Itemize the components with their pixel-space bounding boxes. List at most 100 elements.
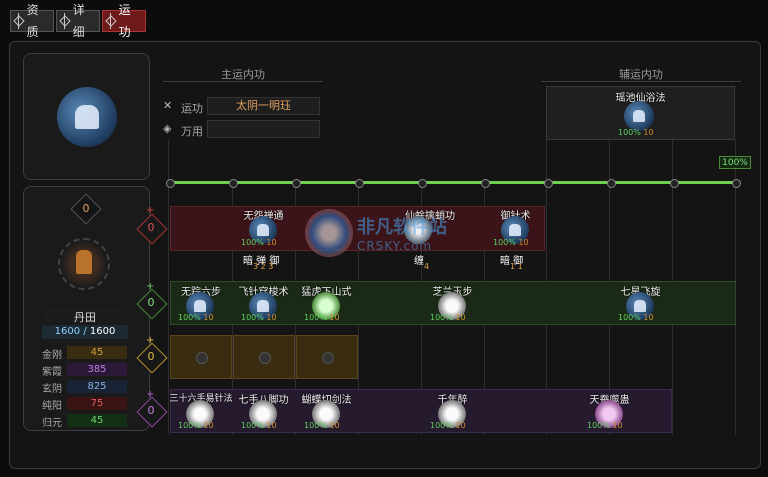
aux-skill-stat: 100% 10 [618,128,654,137]
watermark-logo [305,209,353,257]
stat-val: 10 [266,313,277,322]
attr-value: 45 [67,414,127,427]
skill-stat: 100% 10 [430,421,466,430]
attr-row-xuanyin: 玄阴 825 [42,380,130,395]
diamond-icon: ◈ [163,122,172,135]
attr-row-guiyuan: 归元 45 [42,414,130,429]
dantian-max: 1600 [89,326,116,337]
skill-stat: 100% 10 [178,421,214,430]
stat-pct: 100% [241,313,264,322]
skill-stat: 100% 10 [587,421,623,430]
stat-val: 10 [518,238,529,247]
progress-node [418,179,427,188]
main-skill-icon[interactable] [57,87,117,147]
attr-value: 385 [67,363,127,376]
stat-pct: 100% [493,238,516,247]
tab-zizhi-icon [13,13,24,29]
tab-yungong[interactable]: 运功 [102,3,146,39]
stat-pct: 100% [304,313,327,322]
stat-val: 10 [329,421,340,430]
swords-icon: ✕ [163,99,173,112]
tab-xiangxi-label: 详细 [72,3,85,39]
progress-node [292,179,301,188]
attr-name: 归元 [42,418,62,429]
skill-stat: 100% 10 [178,313,214,322]
dantian-count: 0 [82,202,90,215]
skill-stat: 100% 10 [304,313,340,322]
stat-pct: 100% [304,421,327,430]
aux-section-title: 辅运内功 [619,68,663,81]
progress-node [229,179,238,188]
skill-stat: 100% 10 [618,313,654,322]
stat-val: 10 [329,313,340,322]
tab-zizhi-label: 资质 [26,3,39,39]
attr-name: 金刚 [42,350,62,361]
attr-name: 纯阳 [42,401,62,412]
progress-node [607,179,616,188]
watermark-text: 非凡软件站 [357,217,447,238]
wanyong-field[interactable] [207,120,320,138]
progress-node [166,179,175,188]
tab-zizhi[interactable]: 资质 [10,3,54,39]
stat-pct: 100% [241,238,264,247]
stat-val: 10 [266,238,277,247]
attr-value: 75 [67,397,127,410]
watermark-subtext: CRSKY.com [357,239,433,253]
yungong-field[interactable]: 太阴一明珏 [207,97,320,115]
stat-val: 10 [643,128,654,137]
stat-val: 10 [643,313,654,322]
empty-slot-marker [322,352,334,364]
progress-percent: 100% [719,156,751,169]
attr-name: 玄阴 [42,384,62,395]
main-section-title: 主运内功 [221,68,265,81]
wanyong-label: 万用 [181,125,203,138]
stat-pct: 100% [430,421,453,430]
stat-pct: 100% [241,421,264,430]
dantian-value: 1600 / 1600 [42,325,128,339]
tab-xiangxi[interactable]: 详细 [56,3,100,39]
attr-name: 紫霞 [42,367,62,378]
dantian-name: 丹田 [44,309,126,324]
row2-count: 0 [147,296,155,309]
progress-node [670,179,679,188]
row4-count: 0 [147,404,155,417]
stat-pct: 100% [618,128,641,137]
tab-xiangxi-icon [59,13,70,29]
yungong-label: 运功 [181,102,203,115]
skill-portrait-panel [23,53,150,180]
attr-value: 45 [67,346,127,359]
skill-stat: 100% 10 [241,238,277,247]
aux-skill-icon [624,101,654,131]
stat-pct: 100% [618,313,641,322]
attr-value: 825 [67,380,127,393]
divider [541,81,741,82]
stat-val: 10 [266,421,277,430]
dantian-current: 1600 [54,326,81,337]
skill-stat: 100% 10 [304,421,340,430]
stat-pct: 100% [430,313,453,322]
divider [163,81,323,82]
watermark: 非凡软件站 CRSKY.com [305,207,460,267]
stat-pct: 100% [178,313,201,322]
progress-node [732,179,741,188]
stat-pct: 100% [587,421,610,430]
stat-val: 10 [203,421,214,430]
attr-row-chunyang: 纯阳 75 [42,397,130,412]
row3-count: 0 [147,350,155,363]
empty-slot-marker [259,352,271,364]
skill-tag-levels: 3 2 3 [253,262,274,271]
stat-pct: 100% [178,421,201,430]
attr-row-jingang: 金刚 45 [42,346,130,361]
empty-slot-marker [196,352,208,364]
progress-node [481,179,490,188]
attr-row-zixia: 紫霞 385 [42,363,130,378]
stat-val: 10 [203,313,214,322]
skill-stat: 100% 10 [430,313,466,322]
meditating-figure-icon [76,250,92,274]
skill-stat: 100% 10 [241,421,277,430]
progress-node [355,179,364,188]
tab-yungong-icon [105,13,116,29]
stat-val: 10 [455,421,466,430]
row1-count: 0 [147,221,155,234]
stat-val: 10 [612,421,623,430]
